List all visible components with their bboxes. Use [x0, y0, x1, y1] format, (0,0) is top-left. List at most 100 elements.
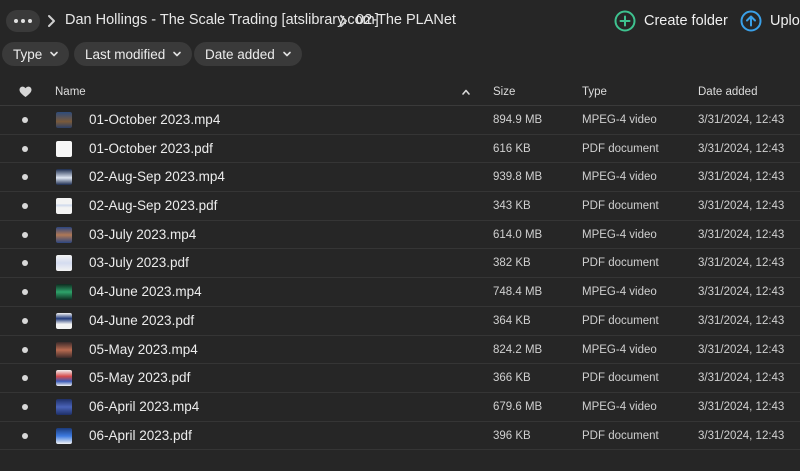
favorite-dot-icon[interactable]	[22, 403, 28, 410]
file-date-added: 3/31/2024, 12:43	[698, 142, 785, 155]
file-name[interactable]: 03-July 2023.mp4	[89, 227, 196, 242]
file-type: PDF document	[582, 257, 659, 270]
file-size: 824.2 MB	[493, 343, 543, 356]
favorite-dot-icon[interactable]	[22, 375, 28, 382]
table-row[interactable]: 06-April 2023.mp4 679.6 MB MPEG-4 video 3/3…	[0, 393, 800, 422]
file-type: MPEG-4 video	[582, 286, 657, 299]
file-type: MPEG-4 video	[582, 400, 657, 413]
sort-ascending-icon[interactable]	[461, 88, 471, 96]
date-added-filter-dropdown[interactable]: Date added	[194, 42, 302, 66]
file-date-added: 3/31/2024, 12:43	[698, 400, 785, 413]
last-modified-filter-dropdown[interactable]: Last modified	[74, 42, 193, 66]
column-header-date-added[interactable]: Date added	[698, 86, 757, 98]
file-name[interactable]: 02-Aug-Sep 2023.pdf	[89, 198, 217, 213]
file-thumbnail	[56, 370, 72, 387]
file-thumbnail	[56, 112, 72, 128]
file-type: PDF document	[582, 314, 659, 327]
chevron-right-icon	[46, 13, 56, 29]
file-date-added: 3/31/2024, 12:43	[698, 114, 785, 126]
type-filter-dropdown[interactable]: Type	[2, 42, 70, 66]
file-size: 364 KB	[493, 314, 531, 327]
file-type: MPEG-4 video	[582, 114, 657, 126]
favorite-dot-icon[interactable]	[22, 145, 28, 152]
file-date-added: 3/31/2024, 12:43	[698, 228, 785, 241]
upload-button[interactable]: Upload	[740, 9, 800, 33]
table-row[interactable]: 05-May 2023.mp4 824.2 MB MPEG-4 video 3/31/…	[0, 336, 800, 365]
breadcrumb-item-current[interactable]: 02-The PLANet	[356, 12, 456, 28]
file-type: PDF document	[582, 200, 659, 213]
last-modified-filter-label: Last modified	[85, 46, 166, 62]
file-name[interactable]: 04-June 2023.mp4	[89, 284, 202, 299]
file-name[interactable]: 01-October 2023.mp4	[89, 112, 220, 127]
file-date-added: 3/31/2024, 12:43	[698, 257, 785, 270]
file-table: Name Size Type Date added 01-October 202…	[0, 78, 800, 451]
favorite-dot-icon[interactable]	[22, 432, 28, 439]
favorite-dot-icon[interactable]	[22, 289, 28, 296]
favorite-dot-icon[interactable]	[22, 317, 28, 324]
file-type: MPEG-4 video	[582, 228, 657, 241]
file-name[interactable]: 06-April 2023.pdf	[89, 428, 192, 443]
table-row[interactable]: 02-Aug-Sep 2023.mp4 939.8 MB MPEG-4 video 3…	[0, 163, 800, 193]
table-row[interactable]: 04-June 2023.mp4 748.4 MB MPEG-4 video 3/31…	[0, 278, 800, 307]
file-type: MPEG-4 video	[582, 171, 657, 184]
column-header-size[interactable]: Size	[493, 86, 515, 98]
plus-circle-icon	[614, 10, 636, 32]
file-thumbnail	[56, 398, 72, 415]
column-header-type[interactable]: Type	[582, 86, 607, 98]
more-dot	[21, 19, 25, 23]
file-thumbnail	[56, 140, 72, 157]
table-row[interactable]: 06-April 2023.pdf 396 KB PDF document 3/31/…	[0, 422, 800, 451]
file-thumbnail	[56, 312, 72, 329]
file-size: 616 KB	[493, 142, 531, 155]
file-name[interactable]: 03-July 2023.pdf	[89, 255, 189, 270]
table-row[interactable]: 05-May 2023.pdf 366 KB PDF document 3/31/20…	[0, 364, 800, 393]
table-row[interactable]: 03-July 2023.mp4 614.0 MB MPEG-4 video 3/31…	[0, 221, 800, 250]
file-name[interactable]: 05-May 2023.mp4	[89, 342, 198, 357]
file-size: 396 KB	[493, 429, 531, 442]
file-size: 614.0 MB	[493, 228, 543, 241]
type-filter-label: Type	[13, 46, 43, 62]
file-thumbnail	[56, 255, 72, 272]
file-name[interactable]: 04-June 2023.pdf	[89, 313, 194, 328]
chevron-down-icon	[50, 51, 59, 57]
file-size: 748.4 MB	[493, 286, 543, 299]
create-folder-label: Create folder	[644, 13, 728, 29]
file-date-added: 3/31/2024, 12:43	[698, 372, 785, 385]
table-row[interactable]: 01-October 2023.mp4 894.9 MB MPEG-4 video 3…	[0, 106, 800, 135]
file-thumbnail	[56, 169, 72, 186]
file-thumbnail	[56, 226, 72, 243]
file-name[interactable]: 02-Aug-Sep 2023.mp4	[89, 169, 225, 184]
heart-icon[interactable]	[19, 86, 32, 98]
upload-label: Upload	[770, 13, 800, 29]
file-name[interactable]: 06-April 2023.mp4	[89, 399, 199, 414]
file-size: 343 KB	[493, 200, 531, 213]
file-thumbnail	[56, 341, 72, 358]
table-row[interactable]: 02-Aug-Sep 2023.pdf 343 KB PDF document 3/3…	[0, 192, 800, 221]
table-row[interactable]: 04-June 2023.pdf 364 KB PDF document 3/31/2…	[0, 307, 800, 336]
file-size: 679.6 MB	[493, 400, 543, 413]
favorite-dot-icon[interactable]	[22, 346, 28, 353]
table-row[interactable]: 01-October 2023.pdf 616 KB PDF document 3/3…	[0, 135, 800, 164]
more-options-button[interactable]	[6, 10, 40, 32]
file-date-added: 3/31/2024, 12:43	[698, 286, 785, 299]
file-size: 894.9 MB	[493, 114, 543, 126]
breadcrumb-item-parent[interactable]: Dan Hollings - The Scale Trading [atslib…	[65, 12, 379, 28]
table-row[interactable]: 03-July 2023.pdf 382 KB PDF document 3/31/2…	[0, 249, 800, 279]
file-size: 939.8 MB	[493, 171, 543, 184]
filter-bar: Type Last modified Date added	[0, 42, 800, 68]
favorite-dot-icon[interactable]	[22, 117, 28, 123]
favorite-dot-icon[interactable]	[22, 203, 28, 210]
file-name[interactable]: 01-October 2023.pdf	[89, 141, 213, 156]
create-folder-button[interactable]: Create folder	[614, 9, 728, 33]
file-date-added: 3/31/2024, 12:43	[698, 343, 785, 356]
favorite-dot-icon[interactable]	[22, 231, 28, 238]
favorite-dot-icon[interactable]	[22, 174, 28, 181]
chevron-right-icon	[338, 13, 348, 29]
favorite-dot-icon[interactable]	[22, 260, 28, 267]
file-name[interactable]: 05-May 2023.pdf	[89, 370, 190, 385]
file-type: PDF document	[582, 372, 659, 385]
file-date-added: 3/31/2024, 12:43	[698, 314, 785, 327]
column-header-name[interactable]: Name	[55, 86, 86, 98]
file-thumbnail	[56, 198, 72, 215]
table-body: 01-October 2023.mp4 894.9 MB MPEG-4 video 3…	[0, 106, 800, 451]
